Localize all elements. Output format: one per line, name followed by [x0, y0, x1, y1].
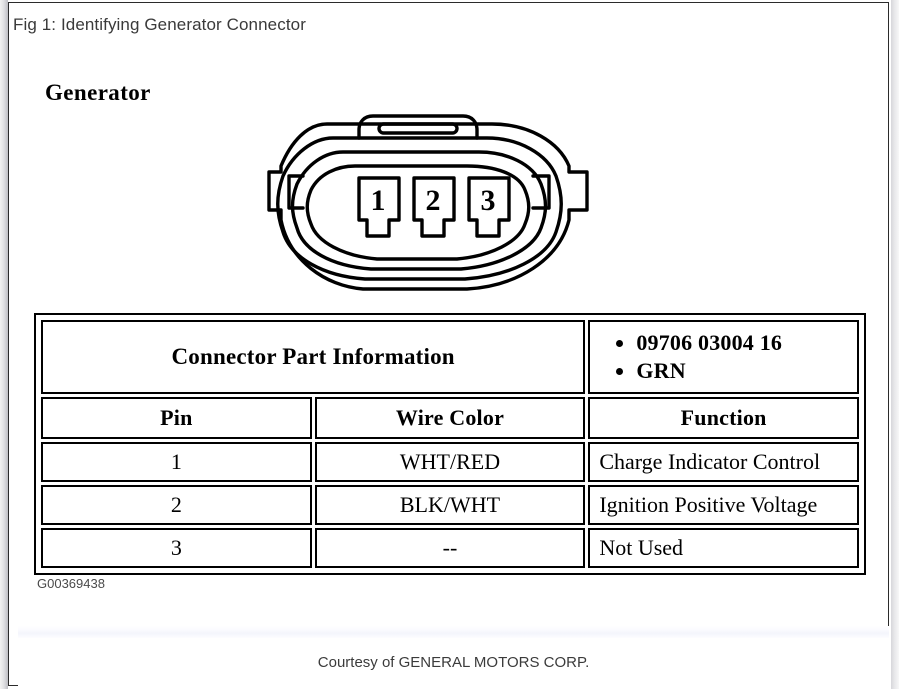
window-right-gutter	[891, 0, 899, 689]
table-row: 2 BLK/WHT Ignition Positive Voltage	[41, 485, 859, 525]
generator-connector-diagram: 1 2 3	[267, 108, 597, 308]
figure-footer: Courtesy of GENERAL MOTORS CORP.	[18, 638, 889, 688]
table-row: 3 -- Not Used	[41, 528, 859, 568]
column-header-wire-color: Wire Color	[314, 397, 586, 439]
connector-pin-label-1: 1	[371, 184, 386, 217]
connector-part-information-label: Connector Part Information	[41, 320, 586, 394]
cell-wire-color: WHT/RED	[314, 442, 586, 482]
cell-function: Charge Indicator Control	[588, 442, 859, 482]
list-item: GRN	[636, 357, 857, 385]
connector-latch-slot	[377, 122, 459, 135]
figure-frame: Fig 1: Identifying Generator Connector G…	[8, 2, 889, 688]
cell-pin: 3	[41, 528, 312, 568]
table-row: 1 WHT/RED Charge Indicator Control	[41, 442, 859, 482]
cell-function: Ignition Positive Voltage	[588, 485, 859, 525]
figure-title: Fig 1: Identifying Generator Connector	[13, 15, 306, 34]
figure-page: Fig 1: Identifying Generator Connector G…	[0, 0, 899, 689]
column-header-function: Function	[588, 397, 859, 439]
connector-pin-table: Connector Part Information 09706 03004 1…	[38, 317, 862, 571]
cell-wire-color: BLK/WHT	[314, 485, 586, 525]
cell-pin: 2	[41, 485, 312, 525]
table-header-row: Pin Wire Color Function	[41, 397, 859, 439]
drawing-id-label: G00369438	[37, 576, 105, 591]
table-row-part-info: Connector Part Information 09706 03004 1…	[41, 320, 859, 394]
cell-pin: 1	[41, 442, 312, 482]
figure-content: Generator 1 2 3 Connector Part Informati…	[9, 48, 888, 623]
connector-part-information-values: 09706 03004 16 GRN	[588, 320, 859, 394]
footer-divider	[18, 626, 889, 638]
part-info-list: 09706 03004 16 GRN	[590, 329, 857, 385]
cell-function: Not Used	[588, 528, 859, 568]
courtesy-text: Courtesy of GENERAL MOTORS CORP.	[317, 654, 590, 671]
list-item: 09706 03004 16	[636, 329, 857, 357]
cell-wire-color: --	[314, 528, 586, 568]
connector-pin-label-3: 3	[481, 184, 496, 217]
generator-heading: Generator	[45, 80, 151, 105]
connector-ring-4	[305, 164, 531, 261]
window-left-gutter	[0, 0, 8, 689]
column-header-pin: Pin	[41, 397, 312, 439]
connector-pin-table-container: Connector Part Information 09706 03004 1…	[34, 313, 866, 575]
connector-pin-label-2: 2	[426, 184, 441, 217]
